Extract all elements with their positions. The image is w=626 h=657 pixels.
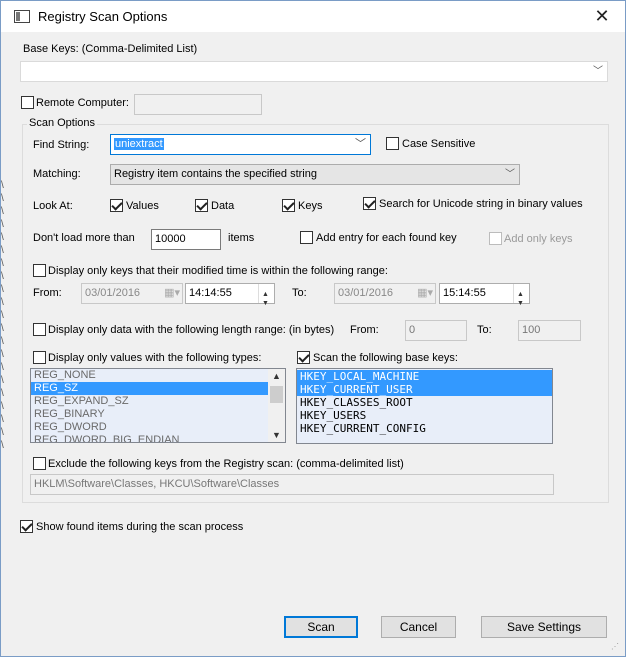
dont-load-field[interactable]: 10000: [151, 229, 221, 250]
unicode-search-checkbox[interactable]: [363, 197, 376, 210]
value-types-label: Display only values with the following t…: [48, 352, 262, 364]
app-window-icon: [14, 10, 30, 23]
length-range-checkbox[interactable]: [33, 323, 46, 336]
length-from-field[interactable]: 0: [405, 320, 467, 341]
matching-label: Matching:: [33, 168, 81, 180]
unicode-search-label: Search for Unicode string in binary valu…: [379, 198, 583, 210]
modified-range-checkbox[interactable]: [33, 264, 46, 277]
list-item[interactable]: REG_BINARY: [31, 408, 285, 421]
modified-to-label: To:: [292, 287, 307, 299]
scrollbar-thumb[interactable]: [270, 386, 283, 403]
chevron-down-icon[interactable]: ﹀: [355, 135, 366, 154]
exclude-label: Exclude the following keys from the Regi…: [48, 458, 404, 470]
chevron-down-icon[interactable]: ﹀: [593, 62, 603, 81]
modified-from-time-value: 14:14:55: [189, 287, 232, 299]
dont-load-suffix: items: [228, 232, 255, 244]
base-keys-combo[interactable]: ﹀: [20, 61, 608, 82]
length-range-label: Display only data with the following len…: [48, 324, 335, 336]
length-to-label: To:: [477, 324, 492, 336]
window-title: Registry Scan Options: [38, 9, 168, 24]
modified-range-label: Display only keys that their modified ti…: [48, 265, 388, 277]
value-types-list[interactable]: REG_NONE REG_SZ REG_EXPAND_SZ REG_BINARY…: [30, 368, 286, 443]
find-string-label: Find String:: [33, 139, 90, 151]
look-at-label: Look At:: [33, 200, 73, 212]
value-types-checkbox[interactable]: [33, 351, 46, 364]
calendar-dropdown-icon[interactable]: ▦▾: [417, 284, 433, 303]
modified-to-time-value: 15:14:55: [443, 287, 486, 299]
modified-to-date-value: 03/01/2016: [338, 287, 394, 299]
list-item[interactable]: REG_DWORD_BIG_ENDIAN: [31, 434, 285, 442]
case-sensitive-checkbox[interactable]: [386, 137, 399, 150]
look-at-values-checkbox[interactable]: [110, 199, 123, 212]
background-window-edge: \ \ \ \ \ \ \ \ \ \ \ \ \ \ \ \ \ \ \ \ \: [1, 180, 4, 451]
list-item[interactable]: REG_SZ: [31, 382, 285, 395]
scan-options-label: Scan Options: [27, 117, 98, 129]
time-spinner-icon[interactable]: ▲ ▼: [513, 284, 529, 307]
chevron-down-icon[interactable]: ﹀: [505, 165, 515, 184]
add-only-keys-checkbox[interactable]: [489, 232, 502, 245]
title-bar: Registry Scan Options ✕: [1, 1, 625, 32]
scroll-down-icon[interactable]: ▼: [268, 428, 285, 442]
look-at-keys-label: Keys: [298, 200, 323, 212]
matching-combo[interactable]: Registry item contains the specified str…: [110, 164, 520, 185]
show-found-label: Show found items during the scan process: [36, 521, 244, 533]
scan-base-keys-list[interactable]: HKEY_LOCAL_MACHINE HKEY_CURRENT_USER HKE…: [296, 368, 553, 444]
length-from-label: From:: [350, 324, 379, 336]
scan-base-keys-label: Scan the following base keys:: [313, 352, 458, 364]
list-item[interactable]: HKEY_CURRENT_USER: [297, 383, 552, 396]
look-at-keys-checkbox[interactable]: [282, 199, 295, 212]
list-item[interactable]: HKEY_CURRENT_CONFIG: [297, 422, 552, 435]
list-item[interactable]: HKEY_LOCAL_MACHINE: [297, 370, 552, 383]
modified-from-date-value: 03/01/2016: [85, 287, 141, 299]
case-sensitive-label: Case Sensitive: [402, 138, 476, 150]
look-at-data-checkbox[interactable]: [195, 199, 208, 212]
list-item[interactable]: HKEY_USERS: [297, 409, 552, 422]
scan-button[interactable]: Scan: [284, 616, 358, 638]
dialog-window: Registry Scan Options ✕ \ \ \ \ \ \ \ \ \ \ \ \ \ \ \ \…: [0, 0, 626, 657]
modified-from-time[interactable]: 14:14:55 ▲ ▼: [185, 283, 275, 307]
look-at-data-label: Data: [211, 200, 235, 212]
modified-from-label: From:: [33, 287, 62, 299]
base-keys-label: Base Keys: (Comma-Delimited List): [23, 43, 198, 55]
look-at-values-label: Values: [126, 200, 159, 212]
close-icon[interactable]: ✕: [587, 4, 617, 28]
exclude-field[interactable]: HKLM\Software\Classes, HKCU\Software\Cla…: [30, 474, 554, 495]
exclude-checkbox[interactable]: [33, 457, 46, 470]
remote-computer-field[interactable]: [134, 94, 262, 115]
calendar-dropdown-icon[interactable]: ▦▾: [164, 284, 180, 303]
matching-value: Registry item contains the specified str…: [114, 168, 317, 180]
cancel-button[interactable]: Cancel: [381, 616, 456, 638]
find-string-value[interactable]: uniextract: [114, 138, 164, 150]
value-types-scrollbar[interactable]: ▲ ▼: [268, 369, 285, 442]
list-item[interactable]: REG_NONE: [31, 369, 285, 382]
resize-grip-icon[interactable]: ⋰: [611, 642, 621, 652]
modified-to-date[interactable]: 03/01/2016 ▦▾: [334, 283, 436, 304]
dont-load-label: Don't load more than: [33, 232, 135, 244]
scroll-up-icon[interactable]: ▲: [268, 369, 285, 383]
modified-to-time[interactable]: 15:14:55 ▲ ▼: [439, 283, 530, 307]
remote-computer-label: Remote Computer:: [36, 97, 129, 109]
save-settings-button[interactable]: Save Settings: [481, 616, 607, 638]
find-string-combo[interactable]: uniextract ﹀: [110, 134, 371, 155]
list-item[interactable]: REG_EXPAND_SZ: [31, 395, 285, 408]
time-spinner-icon[interactable]: ▲ ▼: [258, 284, 274, 307]
show-found-checkbox[interactable]: [20, 520, 33, 533]
add-entry-checkbox[interactable]: [300, 231, 313, 244]
list-item[interactable]: REG_DWORD: [31, 421, 285, 434]
add-entry-label: Add entry for each found key: [316, 232, 457, 244]
add-only-keys-label: Add only keys: [504, 233, 573, 245]
scan-base-keys-checkbox[interactable]: [297, 351, 310, 364]
modified-from-date[interactable]: 03/01/2016 ▦▾: [81, 283, 183, 304]
list-item[interactable]: HKEY_CLASSES_ROOT: [297, 396, 552, 409]
length-to-field[interactable]: 100: [518, 320, 581, 341]
remote-computer-checkbox[interactable]: [21, 96, 34, 109]
